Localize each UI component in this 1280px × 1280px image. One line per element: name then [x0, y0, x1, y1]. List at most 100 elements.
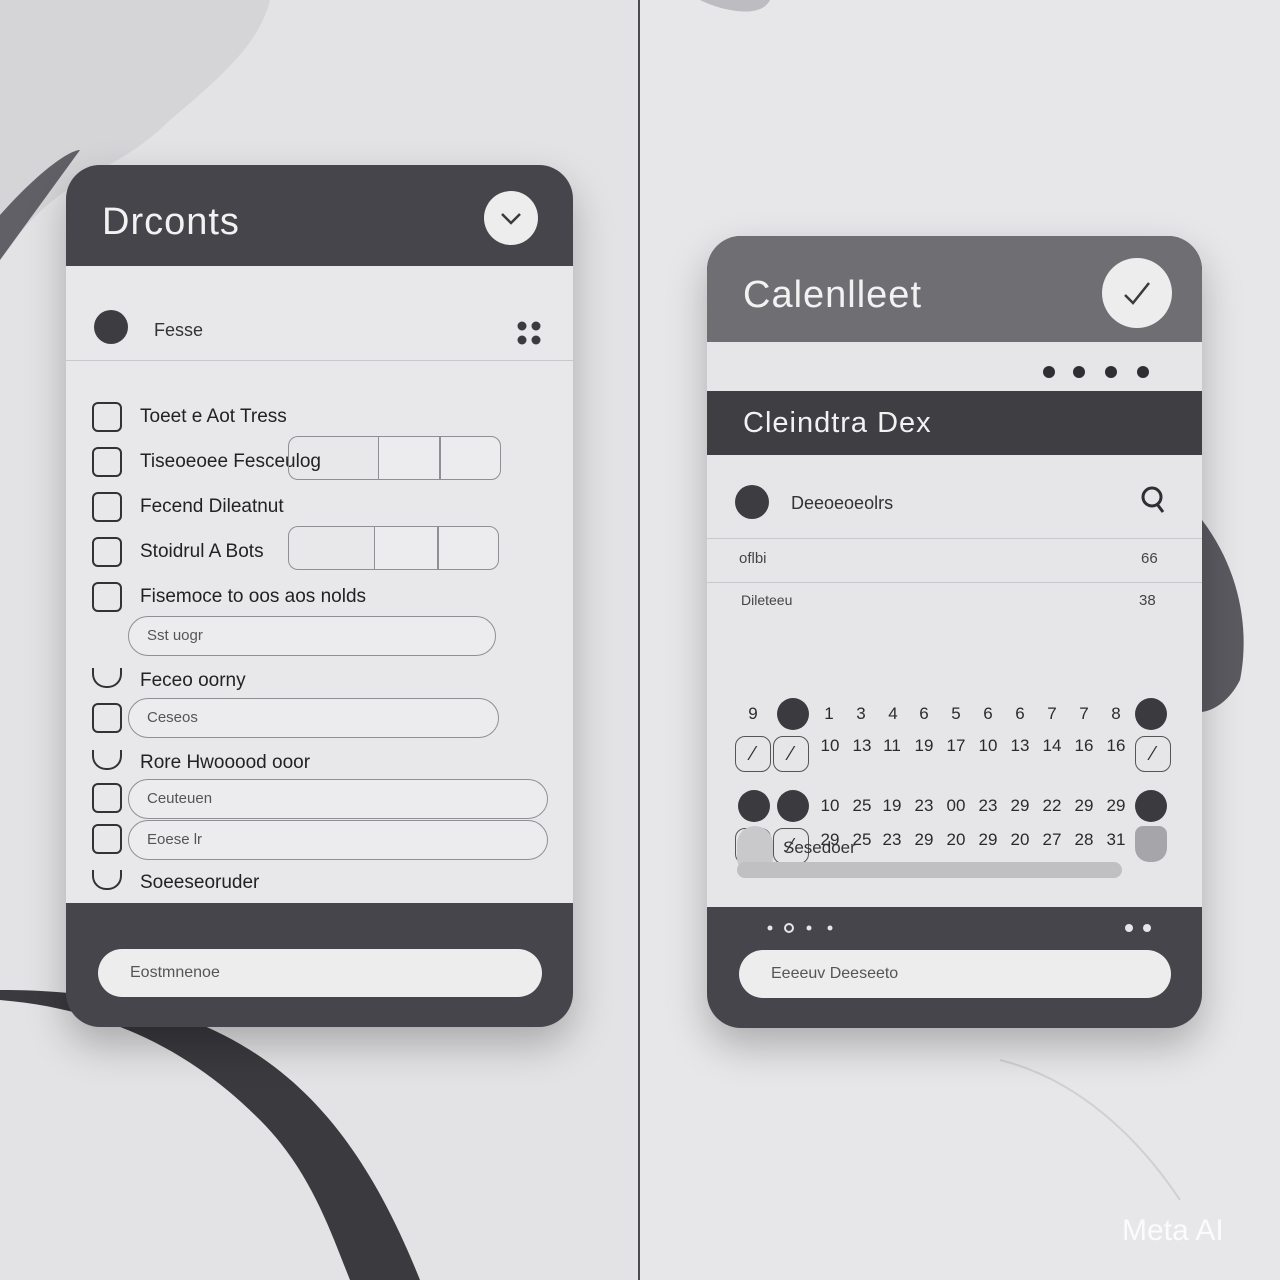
calendar-day[interactable]: 11 [879, 736, 905, 756]
calendar-footer-button[interactable]: Eeeeuv Deeseeto [739, 950, 1171, 998]
calendar-day[interactable]: 6 [911, 704, 937, 724]
calendar-check-toggle[interactable]: ⁄ [1135, 736, 1171, 772]
calendar-day[interactable]: 1 [816, 704, 842, 724]
task-item[interactable] [92, 824, 122, 854]
calendar-day[interactable]: 13 [849, 736, 875, 756]
checklist-confirm-button[interactable] [484, 191, 538, 245]
info-row-value: 38 [1139, 592, 1156, 609]
calendar-check-toggle[interactable]: ⁄ [735, 736, 771, 772]
calendar-day[interactable]: 19 [879, 796, 905, 816]
task-checkbox[interactable] [92, 824, 122, 854]
task-checkbox-partial[interactable] [92, 668, 122, 688]
task-checkbox[interactable] [92, 492, 122, 522]
calendar-day-marker[interactable] [1135, 698, 1167, 730]
calendar-day[interactable]: 29 [1103, 796, 1129, 816]
calendar-day[interactable]: 23 [975, 796, 1001, 816]
section-avatar[interactable] [735, 485, 769, 519]
calendar-day[interactable]: 10 [817, 796, 843, 816]
task-segment-field[interactable] [288, 436, 378, 480]
info-row-value: 66 [1141, 550, 1158, 567]
task-input-pill[interactable]: Ceuteuen [128, 779, 548, 819]
task-segment-field[interactable] [440, 436, 501, 480]
calendar-day[interactable]: 17 [943, 736, 969, 756]
calendar-day[interactable]: 22 [1039, 796, 1065, 816]
calendar-check-toggle[interactable]: ⁄ [773, 736, 809, 772]
task-input-pill[interactable]: Sst uogr [128, 616, 496, 656]
task-label: Fecend Dileatnut [140, 496, 284, 517]
calendar-day[interactable]: 16 [1071, 736, 1097, 756]
task-segment-field[interactable] [378, 436, 440, 480]
more-dots-icon[interactable] [1121, 920, 1157, 936]
task-input-pill[interactable]: Eoese lr [128, 820, 548, 860]
calendar-day[interactable]: 6 [1007, 704, 1033, 724]
task-input-pill[interactable]: Ceseos [128, 698, 499, 738]
calendar-day-marker[interactable] [777, 790, 809, 822]
task-item[interactable] [92, 783, 122, 813]
calendar-day[interactable]: 10 [817, 736, 843, 756]
pager-dots-icon[interactable] [765, 920, 845, 936]
section-avatar[interactable] [94, 310, 128, 344]
calendar-day[interactable]: 9 [740, 704, 766, 724]
grid-icon[interactable] [516, 320, 542, 346]
calendar-section-row: Deeoeoeolrs [707, 455, 1202, 539]
calendar-day[interactable]: 10 [975, 736, 1001, 756]
task-checkbox-partial[interactable] [92, 870, 122, 890]
calendar-day[interactable]: 8 [1103, 704, 1129, 724]
task-item[interactable] [92, 703, 122, 733]
task-segment-field[interactable] [288, 526, 374, 570]
task-segment-field[interactable] [438, 526, 499, 570]
calendar-day-marker[interactable] [1135, 790, 1167, 822]
task-item[interactable]: Toeet e Aot Tress [92, 402, 287, 432]
calendar-day[interactable]: 5 [943, 704, 969, 724]
task-item[interactable]: Fecend Dileatnut [92, 492, 284, 522]
task-item[interactable]: Tiseoeoee Fesceulog [92, 447, 321, 477]
check-icon [1124, 282, 1150, 305]
calendar-day[interactable]: 19 [911, 736, 937, 756]
calendar-day[interactable]: 23 [911, 796, 937, 816]
calendar-info-row: oflbi 66 [707, 538, 1202, 583]
watermark: Meta AI [1122, 1214, 1224, 1247]
task-checkbox[interactable] [92, 582, 122, 612]
calendar-day[interactable]: 13 [1007, 736, 1033, 756]
calendar-day-marker[interactable] [738, 790, 770, 822]
task-label: Fisemoce to oos aos nolds [140, 586, 367, 607]
calendar-day[interactable]: 7 [1071, 704, 1097, 724]
checklist-footer-button[interactable]: Eostmnenoe [98, 949, 542, 997]
task-checkbox[interactable] [92, 537, 122, 567]
task-item[interactable]: Fisemoce to oos aos nolds [92, 582, 366, 612]
calendar-body: Cleindtra Dex Deeoeoeolrs oflbi 66 Dilet… [707, 342, 1202, 907]
schedule-bar[interactable]: Sesedoer [737, 826, 1122, 880]
calendar-day[interactable]: 4 [880, 704, 906, 724]
task-item[interactable]: Rore Hwooood ooor [92, 750, 311, 774]
task-checkbox[interactable] [92, 447, 122, 477]
task-segment-field[interactable] [374, 526, 438, 570]
calendar-day[interactable]: 6 [975, 704, 1001, 724]
calendar-day[interactable]: 7 [1039, 704, 1065, 724]
calendar-day[interactable]: 29 [1007, 796, 1033, 816]
task-item[interactable]: Stoidrul A Bots [92, 537, 264, 567]
calendar-day-marker[interactable] [1135, 826, 1167, 862]
task-checkbox[interactable] [92, 703, 122, 733]
checklist-body: Fesse Toeet e Aot Tress Tiseoeoee Fesceu… [66, 266, 573, 903]
task-checkbox-partial[interactable] [92, 750, 122, 770]
calendar-info-row: Dileteeu 38 [707, 582, 1202, 622]
search-icon[interactable] [1139, 485, 1167, 515]
task-checkbox[interactable] [92, 783, 122, 813]
calendar-day[interactable]: 00 [943, 796, 969, 816]
checklist-title: Drconts [102, 201, 240, 243]
task-item[interactable]: Feceo oorny [92, 668, 246, 692]
calendar-day[interactable]: 3 [848, 704, 874, 724]
task-label: Rore Hwooood ooor [140, 752, 311, 773]
calendar-day[interactable]: 16 [1103, 736, 1129, 756]
calendar-day-marker[interactable] [777, 698, 809, 730]
pill-text: Ceseos [147, 709, 198, 726]
task-checkbox[interactable] [92, 402, 122, 432]
calendar-day[interactable]: 14 [1039, 736, 1065, 756]
task-item[interactable]: Soeeseoruder [92, 870, 259, 894]
more-dots-icon[interactable] [1039, 364, 1159, 380]
pill-text: Ceuteuen [147, 790, 213, 807]
calendar-confirm-button[interactable] [1102, 258, 1172, 328]
calendar-day[interactable]: 25 [849, 796, 875, 816]
calendar-day[interactable]: 29 [1071, 796, 1097, 816]
checklist-section-row: Fesse [66, 266, 573, 361]
